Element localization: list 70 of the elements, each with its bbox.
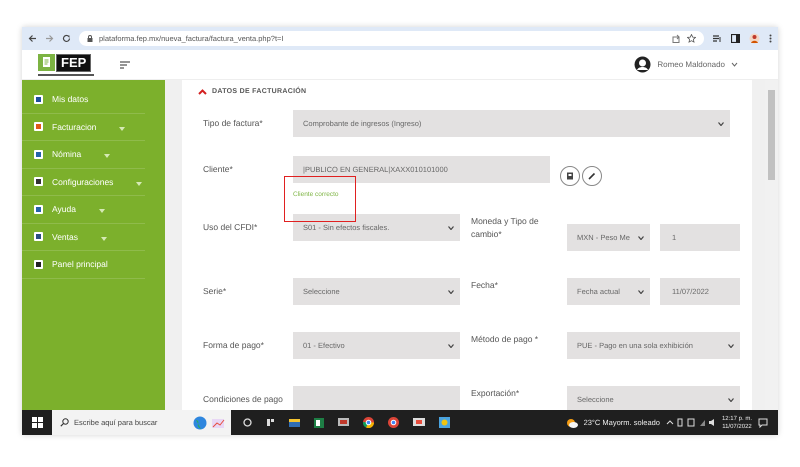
menu-item[interactable]: Nómina — [52, 149, 82, 160]
sun-cloud-icon — [566, 418, 578, 428]
browser-icon[interactable] — [363, 417, 374, 428]
user-name[interactable]: Romeo Maldonado — [657, 60, 725, 69]
hamburger-menu-icon[interactable] — [120, 60, 130, 68]
browser-icon[interactable] — [388, 417, 399, 428]
field-label: Condiciones de pago — [203, 393, 284, 406]
menu-item-icon — [34, 260, 43, 269]
menu-item[interactable]: Facturacion — [52, 122, 96, 132]
folder-icon[interactable] — [289, 418, 300, 427]
caret-down-icon[interactable] — [731, 62, 738, 67]
caret-down-icon — [728, 344, 734, 348]
spreadsheet-icon[interactable] — [314, 418, 324, 428]
windows-start-icon[interactable] — [32, 417, 42, 428]
field-label: Fecha* — [471, 279, 499, 292]
caret-down-icon — [638, 236, 644, 240]
address-book-button[interactable] — [560, 166, 580, 186]
menu-item[interactable]: Configuraciones — [52, 176, 114, 187]
sidebar-icon[interactable] — [731, 34, 740, 43]
tray-icons-drawing[interactable] — [666, 418, 716, 427]
star-icon[interactable] — [687, 34, 696, 43]
reading-list-icon[interactable] — [712, 34, 722, 43]
field-label: Moneda y Tipo de cambio* — [471, 215, 540, 241]
profile-avatar-icon[interactable] — [749, 33, 760, 44]
menu-icon[interactable] — [769, 34, 772, 43]
field-label: Exportación* — [471, 387, 520, 400]
caret-down-icon — [718, 122, 724, 126]
share-icon[interactable] — [672, 34, 681, 43]
logo-text: FEP — [56, 54, 92, 72]
lock-icon — [87, 35, 93, 42]
screen-icon[interactable] — [338, 418, 349, 428]
caret-down-icon — [448, 344, 454, 348]
caret-down-icon — [728, 398, 734, 402]
menu-item-icon — [34, 150, 43, 159]
input-field[interactable] — [293, 386, 460, 410]
reload-icon[interactable] — [62, 34, 71, 43]
back-icon[interactable] — [28, 34, 37, 43]
search-icon — [60, 418, 69, 427]
field-label: Tipo de factura* — [203, 117, 264, 130]
menu-item-icon — [34, 177, 43, 186]
menu-item[interactable]: Ventas — [52, 232, 78, 242]
globe-icon[interactable] — [193, 416, 207, 430]
menu-item-icon — [34, 232, 43, 242]
book-icon — [566, 172, 574, 180]
menu-item[interactable]: Panel principal — [52, 259, 108, 270]
menu-item-icon — [34, 122, 43, 132]
field-label: Cliente* — [203, 163, 234, 176]
multitask-icon[interactable] — [266, 418, 275, 427]
chevron-up-icon[interactable] — [198, 89, 207, 95]
menu-item[interactable]: Mis datos — [52, 94, 88, 104]
highlight-box — [284, 176, 356, 222]
remote-desktop-icon[interactable] — [413, 418, 425, 428]
pencil-icon — [588, 172, 596, 180]
field-label: Serie* — [203, 285, 228, 298]
menu-item[interactable]: Ayuda — [52, 204, 76, 214]
task-view-icon[interactable] — [243, 418, 252, 427]
menu-item-icon — [34, 94, 43, 104]
caret-down-icon — [448, 290, 454, 294]
caret-down-icon — [638, 290, 644, 294]
field-label: Forma de pago* — [203, 339, 265, 352]
field-label: Uso del CFDI* — [203, 221, 258, 234]
chart-sticker-icon[interactable] — [211, 416, 225, 428]
user-avatar-icon[interactable] — [634, 56, 652, 73]
menu-item-icon — [34, 204, 43, 214]
document-icon — [38, 54, 55, 71]
field-label: Método de pago * — [471, 333, 540, 346]
edit-button[interactable] — [582, 166, 602, 186]
caret-down-icon — [448, 226, 454, 230]
logo-tagline-line — [38, 74, 94, 76]
notifications-icon[interactable] — [758, 418, 768, 428]
